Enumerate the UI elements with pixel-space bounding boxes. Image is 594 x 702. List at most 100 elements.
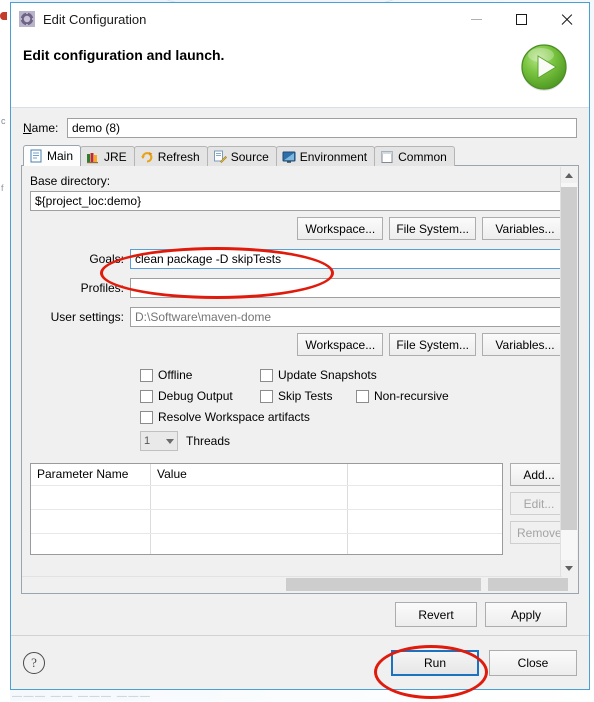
- table-cell: [151, 510, 348, 533]
- close-button[interactable]: Close: [489, 649, 577, 676]
- checkbox-non-recursive[interactable]: Non-recursive: [356, 389, 449, 403]
- profiles-input[interactable]: [130, 278, 568, 298]
- checkbox-update-snapshots-box[interactable]: [260, 368, 273, 382]
- column-header-parameter-name: Parameter Name: [31, 464, 151, 485]
- apply-button[interactable]: Apply: [485, 602, 567, 627]
- background-left-strip: [0, 0, 10, 701]
- parameter-table-header: Parameter Name Value: [31, 464, 502, 485]
- threads-row: 1 Threads: [140, 431, 568, 451]
- base-directory-input[interactable]: [30, 191, 568, 211]
- gear-icon: [19, 11, 35, 27]
- dialog-footer: ? Run Close: [11, 635, 589, 689]
- tab-jre[interactable]: JRE: [80, 146, 135, 166]
- checkbox-debug-output[interactable]: Debug Output: [140, 389, 260, 403]
- goals-input[interactable]: [130, 249, 568, 269]
- page-icon: [380, 150, 394, 164]
- user-settings-filesystem-button[interactable]: File System...: [389, 333, 476, 356]
- column-header-extra: [348, 464, 502, 485]
- base-dir-filesystem-button[interactable]: File System...: [389, 217, 476, 240]
- tab-refresh[interactable]: Refresh: [133, 146, 208, 166]
- vertical-scrollbar-thumb[interactable]: [561, 187, 577, 530]
- table-cell: [348, 534, 502, 554]
- checkbox-offline-box[interactable]: [140, 368, 153, 382]
- tab-refresh-label: Refresh: [157, 149, 200, 164]
- horizontal-scrollbar-thumb[interactable]: [286, 578, 481, 591]
- tab-jre-label: JRE: [104, 149, 127, 164]
- checkbox-resolve-workspace-artifacts[interactable]: Resolve Workspace artifacts: [140, 410, 310, 424]
- horizontal-scrollbar-thumb-2[interactable]: [488, 578, 568, 591]
- user-settings-variables-button[interactable]: Variables...: [482, 333, 568, 356]
- base-dir-variables-button[interactable]: Variables...: [482, 217, 568, 240]
- checkbox-non-recursive-box[interactable]: [356, 389, 369, 403]
- maximize-icon: [516, 13, 527, 25]
- tab-environment[interactable]: Environment: [275, 146, 376, 166]
- parameter-table[interactable]: Parameter Name Value: [30, 463, 503, 555]
- vertical-scrollbar[interactable]: [560, 167, 577, 576]
- name-input[interactable]: [67, 118, 577, 138]
- options-checkbox-area: Offline Update Snapshots Debug Output Sk…: [30, 368, 568, 451]
- scroll-down-button[interactable]: [561, 560, 577, 576]
- profiles-row: Profiles:: [30, 278, 568, 298]
- background-text-left-2: f: [1, 183, 4, 193]
- table-row[interactable]: [31, 533, 502, 554]
- checkbox-offline-label: Offline: [158, 368, 193, 382]
- checkbox-skip-tests[interactable]: Skip Tests: [260, 389, 356, 403]
- tab-common-label: Common: [398, 149, 447, 164]
- header-banner: Edit configuration and launch.: [11, 35, 589, 108]
- tab-source[interactable]: Source: [206, 146, 277, 166]
- main-tab-content: Base directory: Workspace... File System…: [22, 166, 578, 576]
- checkbox-non-recursive-label: Non-recursive: [374, 389, 449, 403]
- revert-button[interactable]: Revert: [395, 602, 477, 627]
- user-settings-row: User settings:: [30, 307, 568, 327]
- tab-main[interactable]: Main: [23, 145, 82, 166]
- horizontal-scrollbar[interactable]: [22, 576, 568, 593]
- minimize-icon: [471, 18, 482, 20]
- maximize-button[interactable]: [499, 3, 544, 35]
- user-settings-input[interactable]: [130, 307, 568, 327]
- threads-value: 1: [144, 435, 151, 447]
- table-row[interactable]: [31, 485, 502, 509]
- checkbox-row-1: Offline Update Snapshots: [140, 368, 568, 382]
- run-button[interactable]: Run: [391, 649, 479, 676]
- checkbox-debug-output-label: Debug Output: [158, 389, 233, 403]
- column-header-value: Value: [151, 464, 348, 485]
- tab-common[interactable]: Common: [374, 146, 455, 166]
- name-row: Name:: [21, 118, 579, 138]
- checkbox-update-snapshots[interactable]: Update Snapshots: [260, 368, 377, 382]
- scroll-up-button[interactable]: [561, 167, 577, 183]
- help-icon[interactable]: ?: [23, 651, 45, 674]
- books-icon: [86, 150, 100, 164]
- base-directory-button-row: Workspace... File System... Variables...: [30, 217, 568, 240]
- checkbox-offline[interactable]: Offline: [140, 368, 260, 382]
- checkbox-row-3: Resolve Workspace artifacts: [140, 410, 568, 424]
- checkbox-resolve-workspace-artifacts-box[interactable]: [140, 410, 153, 424]
- vertical-scrollbar-track[interactable]: [561, 183, 577, 560]
- checkbox-debug-output-box[interactable]: [140, 389, 153, 403]
- base-dir-workspace-button[interactable]: Workspace...: [297, 217, 384, 240]
- chevron-down-icon: [166, 438, 174, 444]
- user-settings-workspace-button[interactable]: Workspace...: [297, 333, 384, 356]
- threads-dropdown[interactable]: 1: [140, 431, 178, 451]
- footer-buttons: Run Close: [391, 649, 577, 676]
- apply-bar: Revert Apply: [21, 594, 579, 635]
- goals-label: Goals:: [89, 252, 124, 266]
- window-controls: [454, 3, 589, 35]
- window-title: Edit Configuration: [43, 11, 147, 27]
- table-cell: [31, 510, 151, 533]
- table-cell: [151, 486, 348, 509]
- document-icon: [29, 149, 43, 163]
- table-cell: [348, 510, 502, 533]
- chevron-up-icon: [565, 172, 573, 178]
- checkbox-skip-tests-box[interactable]: [260, 389, 273, 403]
- checkbox-update-snapshots-label: Update Snapshots: [278, 368, 377, 382]
- checkbox-resolve-workspace-artifacts-label: Resolve Workspace artifacts: [158, 410, 310, 424]
- tab-source-label: Source: [230, 149, 269, 164]
- table-row[interactable]: [31, 509, 502, 533]
- name-label-text: ame:: [31, 121, 59, 135]
- close-window-button[interactable]: [544, 3, 589, 35]
- checkbox-row-2: Debug Output Skip Tests Non-recursive: [140, 389, 568, 403]
- chevron-down-icon: [565, 565, 573, 571]
- table-cell: [31, 534, 151, 554]
- minimize-button[interactable]: [454, 3, 499, 35]
- refresh-icon: [140, 150, 154, 164]
